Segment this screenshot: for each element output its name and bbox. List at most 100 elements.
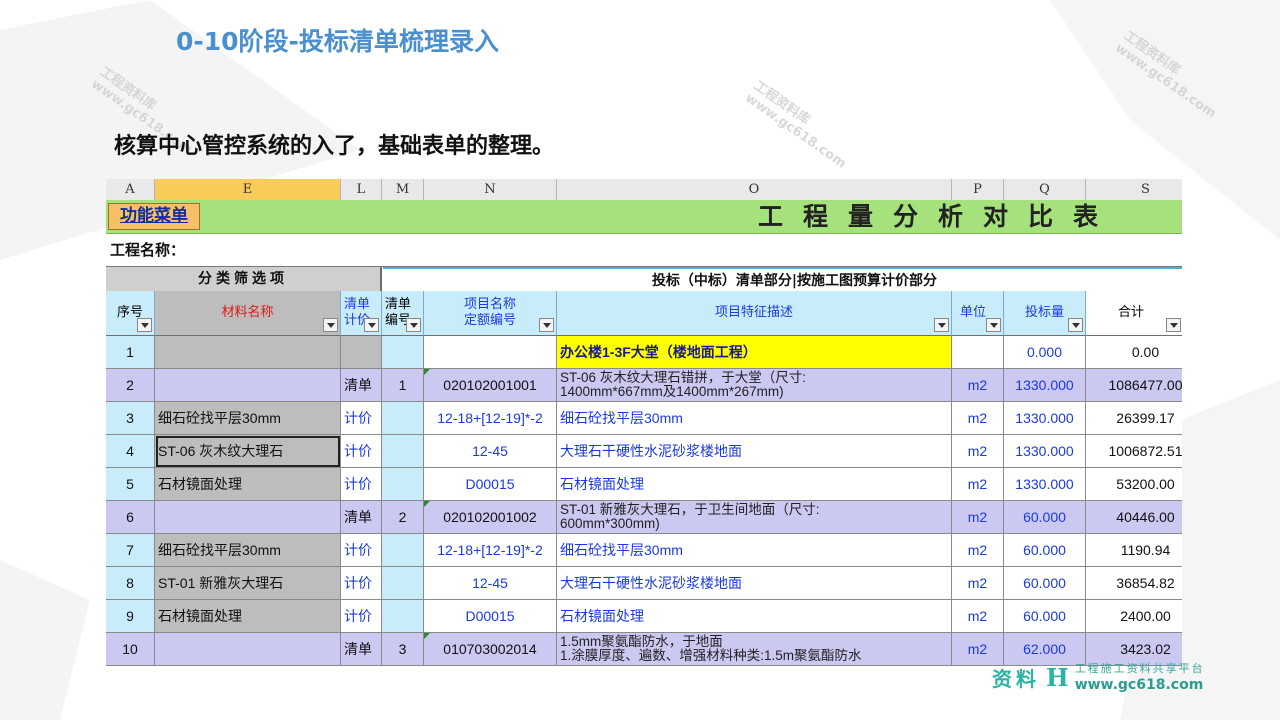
cell-unit[interactable] bbox=[952, 336, 1004, 369]
cell-material[interactable] bbox=[155, 369, 341, 402]
cell-desc[interactable]: 1.5mm聚氨酯防水，于地面 1.涂膜厚度、遍数、增强材料种类:1.5m聚氨酯防水 bbox=[557, 633, 952, 666]
cell-desc[interactable]: 石材镜面处理 bbox=[557, 468, 952, 501]
cell-no[interactable]: 1 bbox=[106, 336, 155, 369]
cell-qty[interactable]: 0.000 bbox=[1004, 336, 1086, 369]
cell-desc[interactable]: ST-06 灰木纹大理石错拼，于大堂（尺寸: 1400mm*667mm及1400m… bbox=[557, 369, 952, 402]
cell-code[interactable]: 1 bbox=[382, 369, 424, 402]
cell-total[interactable]: 0.00 bbox=[1086, 336, 1182, 369]
column-header-s[interactable]: S bbox=[1086, 179, 1182, 200]
cell-qty[interactable]: 1330.000 bbox=[1004, 369, 1086, 402]
cell-material[interactable]: 细石砼找平层30mm bbox=[155, 534, 341, 567]
cell-qty[interactable]: 1330.000 bbox=[1004, 435, 1086, 468]
cell-total[interactable]: 1190.94 bbox=[1086, 534, 1182, 567]
table-row[interactable]: 6 清单 2 020102001002 ST-01 新雅灰大理石，于卫生间地面（尺寸: 6… bbox=[106, 501, 1182, 534]
cell-unit[interactable]: m2 bbox=[952, 501, 1004, 534]
cell-desc[interactable]: 细石砼找平层30mm bbox=[557, 534, 952, 567]
cell-type[interactable]: 计价 bbox=[341, 468, 382, 501]
cell-total[interactable]: 40446.00 bbox=[1086, 501, 1182, 534]
cell-no[interactable]: 10 bbox=[106, 633, 155, 666]
cell-desc[interactable]: 大理石干硬性水泥砂浆楼地面 bbox=[557, 567, 952, 600]
cell-desc[interactable]: 细石砼找平层30mm bbox=[557, 402, 952, 435]
filter-dropdown-icon[interactable] bbox=[1166, 318, 1181, 332]
column-header-q[interactable]: Q bbox=[1004, 179, 1086, 200]
cell-type[interactable]: 清单 bbox=[341, 369, 382, 402]
cell-no[interactable]: 3 bbox=[106, 402, 155, 435]
column-header-l[interactable]: L bbox=[341, 179, 382, 200]
cell-qty[interactable]: 60.000 bbox=[1004, 534, 1086, 567]
cell-material[interactable]: 石材镜面处理 bbox=[155, 600, 341, 633]
filter-dropdown-icon[interactable] bbox=[986, 318, 1001, 332]
cell-desc[interactable]: ST-01 新雅灰大理石，于卫生间地面（尺寸: 600mm*300mm) bbox=[557, 501, 952, 534]
cell-desc[interactable]: 大理石干硬性水泥砂浆楼地面 bbox=[557, 435, 952, 468]
cell-unit[interactable]: m2 bbox=[952, 402, 1004, 435]
cell-no[interactable]: 4 bbox=[106, 435, 155, 468]
column-header-e[interactable]: E bbox=[155, 179, 341, 200]
cell-code[interactable] bbox=[382, 567, 424, 600]
cell-material[interactable]: ST-01 新雅灰大理石 bbox=[155, 567, 341, 600]
cell-material[interactable]: 石材镜面处理 bbox=[155, 468, 341, 501]
cell-unit[interactable]: m2 bbox=[952, 468, 1004, 501]
cell-unit[interactable]: m2 bbox=[952, 435, 1004, 468]
cell-no[interactable]: 7 bbox=[106, 534, 155, 567]
cell-code[interactable] bbox=[382, 402, 424, 435]
cell-code[interactable] bbox=[382, 336, 424, 369]
cell-type[interactable]: 计价 bbox=[341, 402, 382, 435]
cell-no[interactable]: 5 bbox=[106, 468, 155, 501]
table-row[interactable]: 1 办公楼1-3F大堂（楼地面工程） 0.000 0.00 bbox=[106, 336, 1182, 369]
cell-total[interactable]: 2400.00 bbox=[1086, 600, 1182, 633]
cell-total[interactable]: 36854.82 bbox=[1086, 567, 1182, 600]
cell-type[interactable] bbox=[341, 336, 382, 369]
cell-item[interactable]: 010703002014 bbox=[424, 633, 557, 666]
column-header-o[interactable]: O bbox=[557, 179, 952, 200]
cell-unit[interactable]: m2 bbox=[952, 567, 1004, 600]
cell-desc[interactable]: 办公楼1-3F大堂（楼地面工程） bbox=[557, 336, 952, 369]
cell-item[interactable]: D00015 bbox=[424, 468, 557, 501]
cell-material[interactable] bbox=[155, 501, 341, 534]
cell-material[interactable]: ST-06 灰木纹大理石 bbox=[155, 435, 341, 468]
cell-type[interactable]: 清单 bbox=[341, 501, 382, 534]
cell-item[interactable] bbox=[424, 336, 557, 369]
cell-type[interactable]: 计价 bbox=[341, 600, 382, 633]
filter-dropdown-icon[interactable] bbox=[539, 318, 554, 332]
cell-qty[interactable]: 60.000 bbox=[1004, 567, 1086, 600]
cell-material[interactable]: 细石砼找平层30mm bbox=[155, 402, 341, 435]
cell-total[interactable]: 26399.17 bbox=[1086, 402, 1182, 435]
cell-code[interactable] bbox=[382, 600, 424, 633]
table-row[interactable]: 8 ST-01 新雅灰大理石 计价 12-45 大理石干硬性水泥砂浆楼地面 m2 60.00… bbox=[106, 567, 1182, 600]
filter-dropdown-icon[interactable] bbox=[934, 318, 949, 332]
table-row[interactable]: 4 ST-06 灰木纹大理石 计价 12-45 大理石干硬性水泥砂浆楼地面 m2 1330.… bbox=[106, 435, 1182, 468]
table-row[interactable]: 2 清单 1 020102001001 ST-06 灰木纹大理石错拼，于大堂（尺寸: 14… bbox=[106, 369, 1182, 402]
cell-code[interactable] bbox=[382, 534, 424, 567]
column-header-p[interactable]: P bbox=[952, 179, 1004, 200]
cell-code[interactable]: 2 bbox=[382, 501, 424, 534]
filter-dropdown-icon[interactable] bbox=[1068, 318, 1083, 332]
cell-type[interactable]: 计价 bbox=[341, 567, 382, 600]
cell-item[interactable]: 12-18+[12-19]*-2 bbox=[424, 534, 557, 567]
filter-dropdown-icon[interactable] bbox=[137, 318, 152, 332]
cell-qty[interactable]: 60.000 bbox=[1004, 501, 1086, 534]
cell-type[interactable]: 计价 bbox=[341, 534, 382, 567]
cell-qty[interactable]: 1330.000 bbox=[1004, 468, 1086, 501]
cell-unit[interactable]: m2 bbox=[952, 369, 1004, 402]
cell-type[interactable]: 计价 bbox=[341, 435, 382, 468]
cell-item[interactable]: 12-45 bbox=[424, 435, 557, 468]
filter-dropdown-icon[interactable] bbox=[364, 318, 379, 332]
cell-desc[interactable]: 石材镜面处理 bbox=[557, 600, 952, 633]
cell-code[interactable] bbox=[382, 468, 424, 501]
cell-qty[interactable]: 60.000 bbox=[1004, 600, 1086, 633]
function-menu-button[interactable]: 功能菜单 bbox=[108, 203, 200, 230]
filter-dropdown-icon[interactable] bbox=[323, 318, 338, 332]
project-name-row[interactable]: 工程名称： bbox=[106, 234, 1182, 267]
cell-no[interactable]: 2 bbox=[106, 369, 155, 402]
cell-material[interactable] bbox=[155, 336, 341, 369]
cell-unit[interactable]: m2 bbox=[952, 600, 1004, 633]
cell-material[interactable] bbox=[155, 633, 341, 666]
filter-dropdown-icon[interactable] bbox=[406, 318, 421, 332]
column-header-m[interactable]: M bbox=[382, 179, 424, 200]
cell-no[interactable]: 8 bbox=[106, 567, 155, 600]
cell-item[interactable]: 12-45 bbox=[424, 567, 557, 600]
table-row[interactable]: 9 石材镜面处理 计价 D00015 石材镜面处理 m2 60.000 2400.00 bbox=[106, 600, 1182, 633]
cell-item[interactable]: 12-18+[12-19]*-2 bbox=[424, 402, 557, 435]
cell-type[interactable]: 清单 bbox=[341, 633, 382, 666]
cell-code[interactable]: 3 bbox=[382, 633, 424, 666]
